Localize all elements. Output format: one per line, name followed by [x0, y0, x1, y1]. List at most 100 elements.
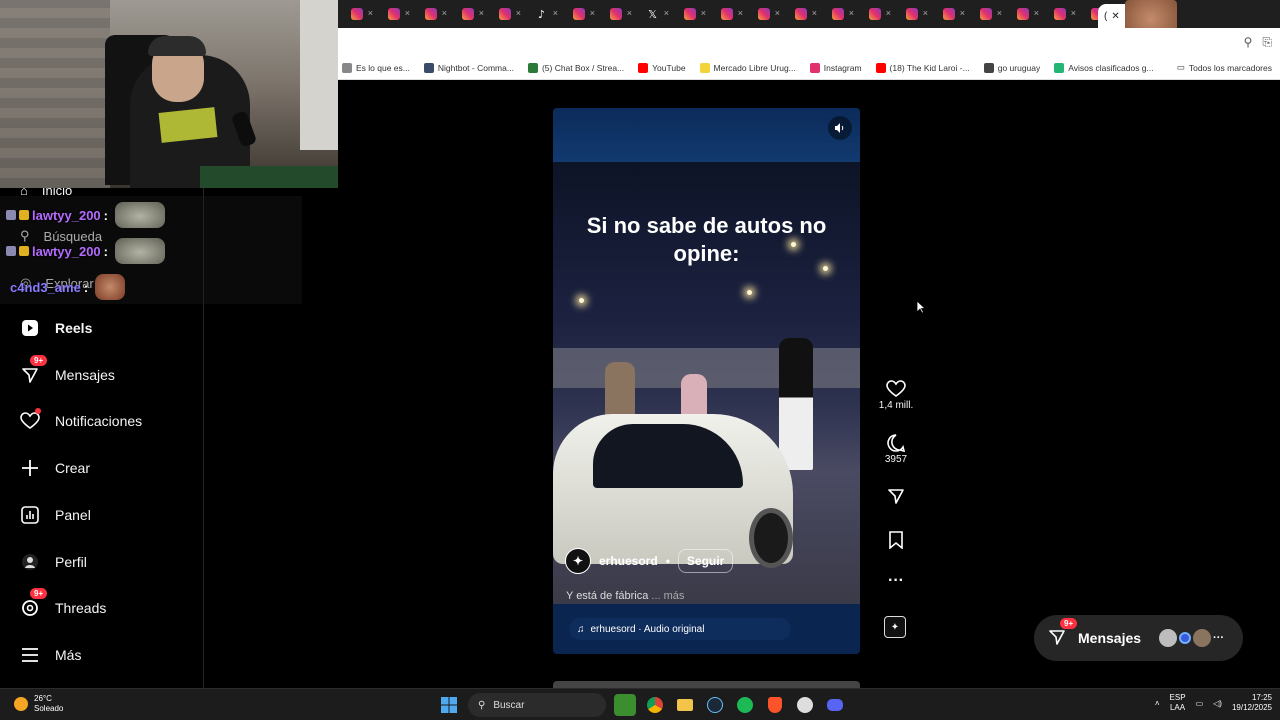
comment-icon[interactable] [885, 432, 907, 454]
close-tab-icon[interactable]: × [479, 8, 484, 18]
share-action[interactable] [878, 485, 914, 507]
folder-icon[interactable] [674, 694, 696, 716]
comment-action[interactable]: 3957 [878, 432, 914, 465]
bookmark-item[interactable]: (5) Chat Box / Strea... [527, 62, 624, 73]
sidebar-item-mas[interactable]: Más [20, 645, 81, 665]
close-tab-icon[interactable]: × [516, 8, 521, 18]
browser-tab[interactable]: × [782, 0, 819, 28]
close-tab-icon[interactable]: × [442, 8, 447, 18]
browser-tab[interactable]: × [708, 0, 745, 28]
browser-tab[interactable]: × [449, 0, 486, 28]
share-icon[interactable] [885, 485, 907, 507]
close-tab-icon[interactable]: × [812, 8, 817, 18]
close-tab-icon[interactable]: × [1034, 8, 1039, 18]
close-tab-icon[interactable]: × [738, 8, 743, 18]
audio-thumbnail-icon[interactable]: ✦ [884, 616, 906, 638]
cap [148, 36, 206, 56]
windows-start-icon[interactable] [438, 694, 460, 716]
bookmark-item[interactable]: Avisos clasificados g... [1054, 62, 1154, 73]
browser-tab[interactable]: × [338, 0, 375, 28]
bookmark-icon[interactable] [885, 529, 907, 551]
close-tab-icon[interactable]: × [997, 8, 1002, 18]
browser-tab[interactable]: × [1004, 0, 1041, 28]
chrome-icon[interactable] [644, 694, 666, 716]
heart-icon[interactable] [885, 378, 907, 400]
steam-client-icon[interactable] [794, 694, 816, 716]
bookmark-item[interactable]: Nightbot - Comma... [423, 62, 514, 73]
close-tab-icon[interactable]: ✕ [1111, 11, 1119, 22]
browser-tab[interactable]: × [412, 0, 449, 28]
browser-tab[interactable]: 𝕏 × [634, 0, 671, 28]
chevron-up-icon[interactable]: ˄ [1155, 699, 1160, 708]
audio-pill[interactable]: ♫ erhuesord · Audio original [569, 618, 791, 640]
browser-tab[interactable]: × [967, 0, 1004, 28]
browser-tab[interactable]: × [1041, 0, 1078, 28]
minecraft-icon[interactable] [614, 694, 636, 716]
close-tab-icon[interactable]: × [960, 8, 965, 18]
spotify-icon[interactable] [734, 694, 756, 716]
sidebar-item-reels[interactable]: Reels [20, 318, 92, 338]
close-tab-icon[interactable]: × [849, 8, 854, 18]
close-tab-icon[interactable]: × [553, 8, 558, 18]
close-tab-icon[interactable]: × [405, 8, 410, 18]
bookmark-item[interactable]: (18) The Kid Laroi -... [875, 62, 970, 73]
browser-tab[interactable]: × [819, 0, 856, 28]
volume-icon[interactable] [828, 116, 852, 140]
author-avatar[interactable]: ✦ [565, 548, 591, 574]
browser-tab[interactable]: × [560, 0, 597, 28]
caption-more-link[interactable]: ... más [651, 590, 684, 602]
close-tab-icon[interactable]: × [923, 8, 928, 18]
volume-icon[interactable]: ◁) [1213, 699, 1222, 708]
close-tab-icon[interactable]: × [590, 8, 595, 18]
save-action[interactable] [878, 529, 914, 551]
close-tab-icon[interactable]: × [775, 8, 780, 18]
close-tab-icon[interactable]: × [701, 8, 706, 18]
sidebar-item-notificaciones[interactable]: Notificaciones [20, 408, 142, 431]
browser-tab[interactable]: × [893, 0, 930, 28]
reel-player[interactable]: Si no sabe de autos no opine: ✦ erhuesor… [553, 108, 860, 654]
all-bookmarks[interactable]: ▭ Todos los marcadores [1177, 62, 1272, 73]
close-tab-icon[interactable]: × [368, 8, 373, 18]
install-icon[interactable]: ⎘ [1262, 35, 1272, 50]
sidebar-item-panel[interactable]: Panel [20, 505, 91, 525]
reel-caption[interactable]: Y está de fábrica ... más [566, 590, 684, 602]
browser-tab[interactable]: × [930, 0, 967, 28]
sidebar-item-perfil[interactable]: Perfil [20, 552, 87, 572]
close-tab-icon[interactable]: × [664, 8, 669, 18]
like-action[interactable]: 1,4 mill. [878, 378, 914, 411]
close-tab-icon[interactable]: × [627, 8, 632, 18]
sidebar-item-threads[interactable]: 9+ Threads [20, 588, 106, 618]
more-options-icon[interactable]: ··· [878, 572, 914, 590]
instagram-icon [350, 8, 363, 20]
clock[interactable]: 17:25 19/12/2025 [1232, 693, 1272, 713]
browser-tab[interactable]: × [375, 0, 412, 28]
browser-tab[interactable]: × [486, 0, 523, 28]
browser-tab[interactable]: × [745, 0, 782, 28]
taskbar-search[interactable]: ⚲ Buscar [468, 693, 606, 717]
close-tab-icon[interactable]: × [1071, 8, 1076, 18]
network-icon[interactable]: ▭ [1196, 699, 1204, 708]
bookmark-item[interactable]: YouTube [638, 62, 686, 73]
brave-icon[interactable] [764, 694, 786, 716]
close-tab-icon[interactable]: × [886, 8, 891, 18]
bookmark-item[interactable]: Instagram [809, 62, 862, 73]
discord-icon[interactable] [824, 694, 846, 716]
bookmark-item[interactable]: go uruguay [983, 62, 1040, 73]
bookmark-item[interactable]: Es lo que es... [342, 62, 410, 73]
steam-icon[interactable] [704, 694, 726, 716]
zoom-icon[interactable]: ⚲ [1244, 35, 1253, 50]
language-indicator[interactable]: ESP LAA [1170, 693, 1186, 713]
browser-tab[interactable]: × [597, 0, 634, 28]
sidebar-item-mensajes[interactable]: 9+ Mensajes [20, 355, 115, 385]
follow-button[interactable]: Seguir [677, 549, 734, 573]
author-name[interactable]: erhuesord [599, 554, 658, 568]
bookmark-item[interactable]: Mercado Libre Urug... [699, 62, 796, 73]
sidebar-item-crear[interactable]: Crear [20, 458, 90, 478]
address-bar[interactable]: ⚲ ⎘ [338, 28, 1280, 56]
browser-tab[interactable]: × [856, 0, 893, 28]
browser-tab[interactable]: × [671, 0, 708, 28]
messages-pill[interactable]: 9+ Mensajes ··· [1034, 615, 1243, 661]
next-reel-preview[interactable] [553, 681, 860, 688]
browser-tab[interactable]: ♪ × [523, 0, 560, 28]
weather-widget[interactable]: 26°C Soleado [14, 694, 63, 714]
